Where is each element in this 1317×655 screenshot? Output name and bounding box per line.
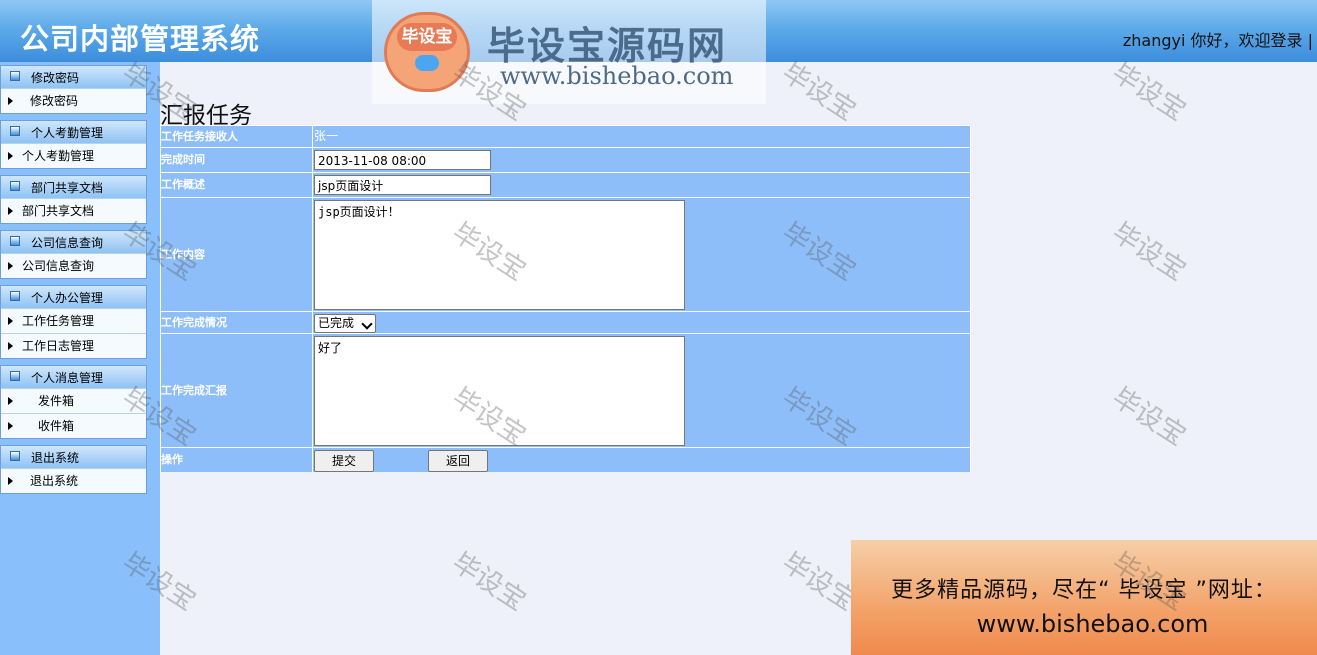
sidebar-group-shared-docs: 部门共享文档 部门共享文档 (0, 175, 147, 224)
status-label: 工作完成情况 (161, 312, 312, 333)
status-selected-value: 已完成 (318, 316, 355, 330)
sidebar-group-title: 部门共享文档 (31, 181, 104, 195)
square-bullet-icon (10, 71, 20, 81)
square-bullet-icon (10, 181, 20, 191)
form-row-status: 工作完成情况 已完成 (160, 312, 971, 333)
sidebar-item-inbox[interactable]: 收件箱 (1, 413, 146, 438)
sidebar-group-header[interactable]: 部门共享文档 (1, 176, 146, 198)
triangle-right-icon (8, 262, 13, 270)
content-cell: jsp页面设计！ (313, 198, 970, 311)
form-row-receiver: 工作任务接收人 张一 (160, 126, 971, 147)
sidebar-group-title: 个人考勤管理 (31, 126, 104, 140)
receiver-cell: 张一 (313, 126, 970, 147)
completion-time-input[interactable]: 2013-11-08 08:00 (314, 150, 491, 170)
summary-label: 工作概述 (161, 173, 312, 197)
sidebar-group-title: 修改密码 (31, 71, 80, 85)
sidebar-group-header[interactable]: 个人消息管理 (1, 366, 146, 388)
sidebar-item-label: 收件箱 (38, 419, 75, 433)
sidebar-group-title: 公司信息查询 (31, 236, 104, 250)
sidebar-item-task-management[interactable]: 工作任务管理 (1, 308, 146, 333)
submit-button[interactable]: 提交 (314, 450, 374, 472)
square-bullet-icon (10, 126, 20, 136)
sidebar-item-label: 个人考勤管理 (22, 149, 95, 163)
triangle-right-icon (8, 342, 13, 350)
sidebar-group-title: 个人消息管理 (31, 371, 104, 385)
sidebar-item-label: 部门共享文档 (22, 204, 95, 218)
sidebar-group-title: 退出系统 (31, 451, 80, 465)
receiver-label: 工作任务接收人 (161, 126, 312, 147)
report-cell: 好了 (313, 334, 970, 447)
sidebar-item-logout[interactable]: 退出系统 (1, 468, 146, 493)
actions-cell: 提交 返回 (313, 448, 970, 472)
sidebar-group-header[interactable]: 退出系统 (1, 446, 146, 468)
back-button[interactable]: 返回 (428, 450, 488, 472)
sidebar-item-label: 修改密码 (30, 94, 79, 108)
app-title: 公司内部管理系统 (20, 22, 261, 56)
triangle-right-icon (8, 477, 13, 485)
promo-banner: 更多精品源码，尽在“ 毕设宝 ”网址： www.bishebao.com (851, 540, 1317, 655)
receiver-value: 张一 (314, 129, 339, 143)
logo-badge-text: 毕设宝 (397, 23, 457, 51)
sidebar-group-office: 个人办公管理 工作任务管理 工作日志管理 (0, 285, 147, 359)
square-bullet-icon (10, 371, 20, 381)
welcome-text: zhangyi 你好，欢迎登录 | (1122, 31, 1313, 50)
summary-cell: jsp页面设计 (313, 173, 970, 197)
triangle-right-icon (8, 397, 13, 405)
sidebar-group-title: 个人办公管理 (31, 291, 104, 305)
time-cell: 2013-11-08 08:00 (313, 148, 970, 172)
sidebar-group-logout: 退出系统 退出系统 (0, 445, 147, 494)
form-row-time: 完成时间 2013-11-08 08:00 (160, 148, 971, 172)
triangle-right-icon (8, 207, 13, 215)
sidebar-item-label: 退出系统 (30, 474, 79, 488)
sidebar-item-label: 公司信息查询 (22, 259, 95, 273)
sidebar-item-log-management[interactable]: 工作日志管理 (1, 333, 146, 358)
promo-line-2: www.bishebao.com (976, 610, 1209, 638)
triangle-right-icon (8, 317, 13, 325)
sidebar-item-label: 发件箱 (38, 394, 75, 408)
sidebar-item-shared-docs[interactable]: 部门共享文档 (1, 198, 146, 223)
square-bullet-icon (10, 291, 20, 301)
triangle-right-icon (8, 97, 13, 105)
sidebar-group-header[interactable]: 个人考勤管理 (1, 121, 146, 143)
chevron-down-icon (361, 318, 373, 330)
square-bullet-icon (10, 236, 20, 246)
status-select[interactable]: 已完成 (314, 314, 376, 333)
triangle-right-icon (8, 422, 13, 430)
sidebar-item-label: 工作日志管理 (22, 339, 95, 353)
triangle-right-icon (8, 152, 13, 160)
summary-input[interactable]: jsp页面设计 (314, 175, 491, 195)
sidebar-item-attendance[interactable]: 个人考勤管理 (1, 143, 146, 168)
sidebar-item-label: 工作任务管理 (22, 314, 95, 328)
form-row-actions: 操作 提交 返回 (160, 448, 971, 472)
sidebar-item-company-info[interactable]: 公司信息查询 (1, 253, 146, 278)
status-cell: 已完成 (313, 312, 970, 333)
sidebar-group-header[interactable]: 个人办公管理 (1, 286, 146, 308)
promo-line-1: 更多精品源码，尽在“ 毕设宝 ”网址： (891, 578, 1277, 603)
time-label: 完成时间 (161, 148, 312, 172)
sidebar-item-change-password[interactable]: 修改密码 (1, 88, 146, 113)
form-row-summary: 工作概述 jsp页面设计 (160, 173, 971, 197)
square-bullet-icon (10, 451, 20, 461)
sidebar-group-attendance: 个人考勤管理 个人考勤管理 (0, 120, 147, 169)
